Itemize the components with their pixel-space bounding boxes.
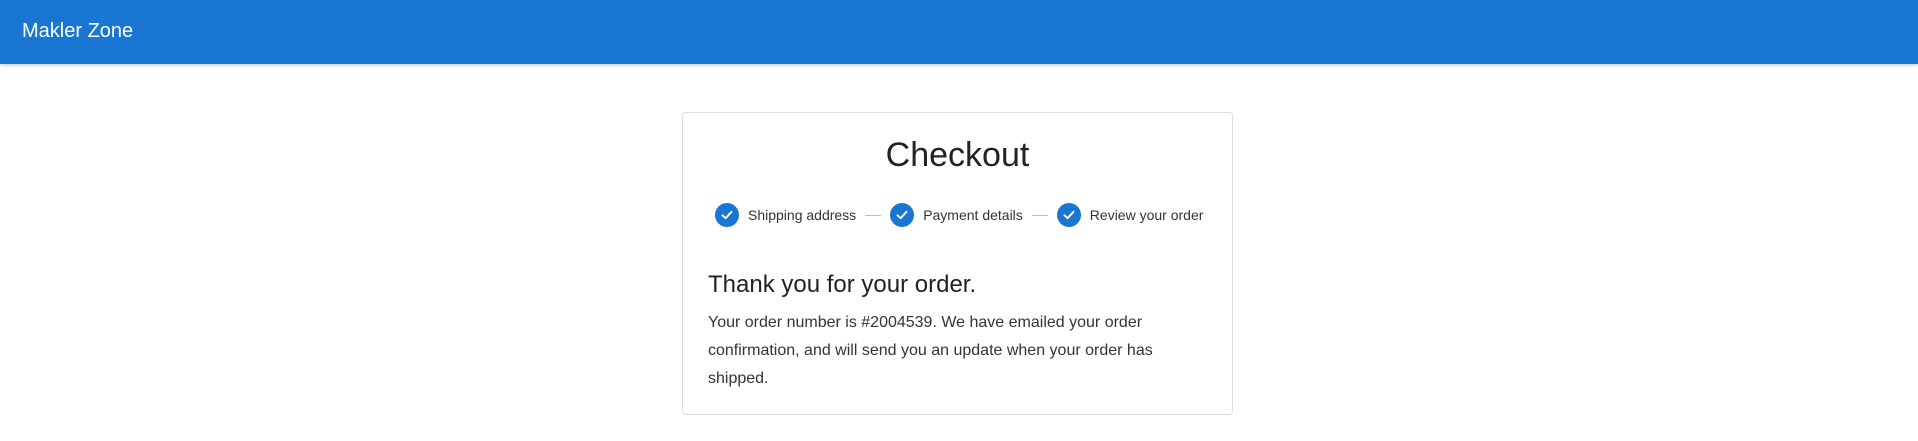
step-review-order: Review your order [1056,203,1204,227]
page-title: Checkout [885,136,1030,174]
confirmation-message: Your order number is #2004539. We have e… [708,314,1153,387]
step-connector [865,214,882,216]
checkout-stepper: Shipping address Payment details Review … [715,202,1203,228]
step-shipping-address: Shipping address [715,203,856,227]
step-label: Payment details [923,207,1023,223]
check-circle-icon [715,203,739,227]
check-circle-icon [1056,203,1081,227]
app-title: Makler Zone [22,20,134,42]
step-payment-details: Payment details [890,203,1023,227]
step-label: Shipping address [748,207,857,223]
step-connector [1031,214,1048,216]
checkout-card: Checkout Shipping address Payment detail… [682,112,1233,415]
check-circle-icon [890,203,915,227]
step-label: Review your order [1089,207,1204,223]
app-bar: Makler Zone [0,0,1918,64]
confirmation-heading: Thank you for your order. [708,271,977,298]
